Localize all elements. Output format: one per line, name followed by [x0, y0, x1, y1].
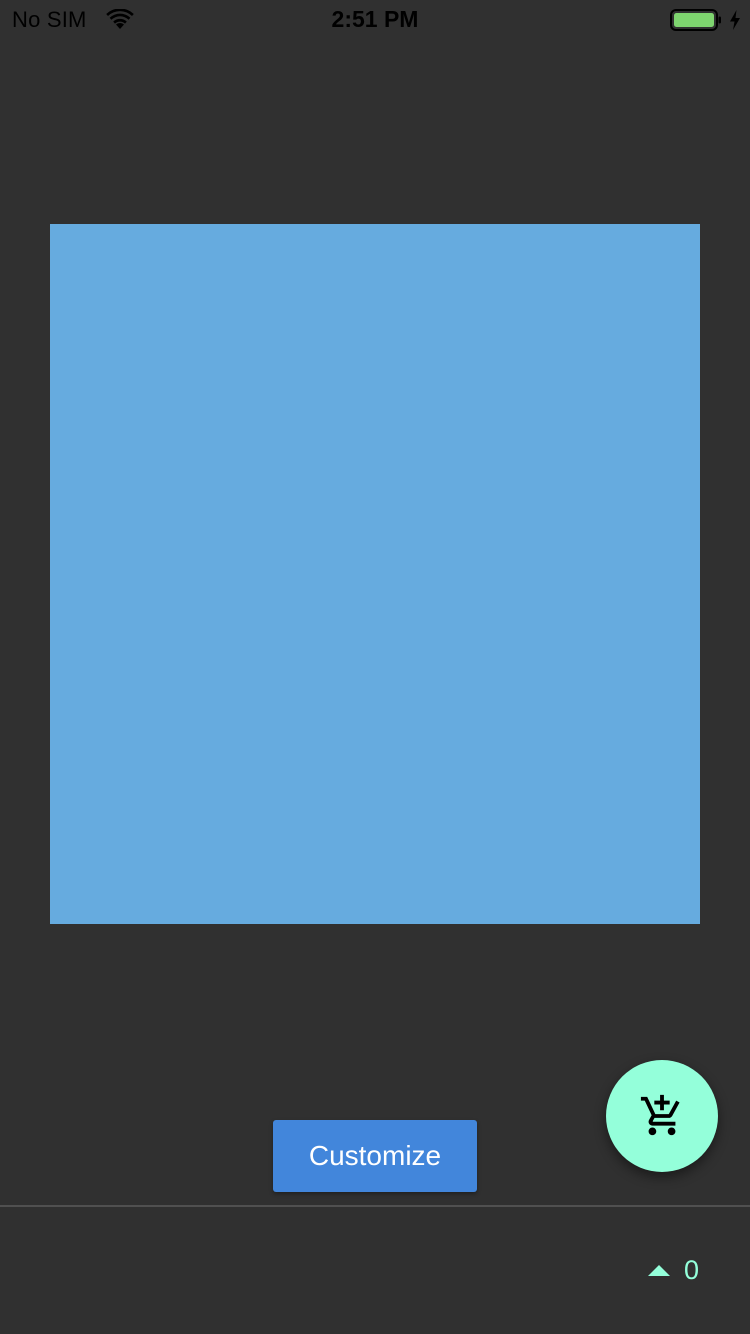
customize-button[interactable]: Customize: [273, 1120, 477, 1192]
color-preview-square: [50, 224, 700, 924]
add-to-cart-fab[interactable]: [606, 1060, 718, 1172]
bottom-bar: 0: [0, 1207, 750, 1334]
battery-icon: [670, 9, 721, 31]
status-time: 2:51 PM: [331, 6, 419, 32]
cart-counter[interactable]: 0: [648, 1255, 699, 1285]
status-bar: No SIM 2:51 PM: [0, 0, 750, 40]
charging-bolt-icon: [730, 10, 740, 30]
app-screen: No SIM 2:51 PM Customize 0: [0, 0, 750, 1334]
arrow-up-icon: [648, 1265, 670, 1276]
add-shopping-cart-icon: [640, 1094, 680, 1136]
cart-count: 0: [684, 1254, 700, 1285]
